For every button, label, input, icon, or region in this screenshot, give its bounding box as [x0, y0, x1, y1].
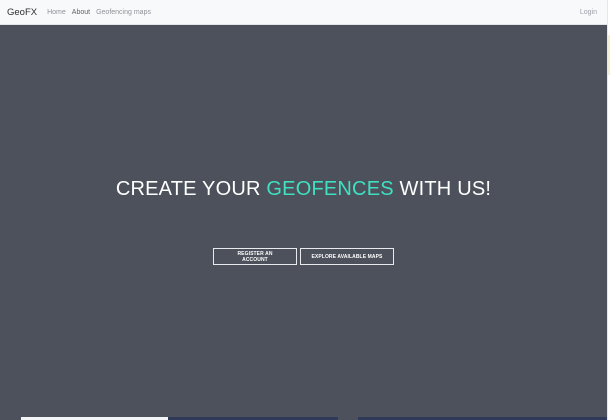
hero-buttons: REGISTER AN ACCOUNT EXPLORE AVAILABLE MA…	[0, 248, 607, 265]
nav-link-home[interactable]: Home	[47, 9, 66, 16]
login-link[interactable]: Login	[580, 9, 597, 16]
hero-title-suffix: WITH US!	[393, 178, 492, 200]
nav-link-geofencing-maps[interactable]: Geofencing maps	[96, 9, 151, 16]
nav-links: Home About Geofencing maps	[47, 9, 157, 16]
page: GeoFX Home About Geofencing maps Login C…	[0, 0, 611, 420]
hero-title-prefix: CREATE YOUR	[115, 178, 267, 200]
hero-title: CREATE YOUR GEOFENCES WITH US!	[0, 177, 607, 201]
brand-logo-text[interactable]: GeoFX	[7, 7, 37, 18]
hero-title-accent: GEOFENCES	[266, 178, 394, 200]
hero-section: CREATE YOUR GEOFENCES WITH US! REGISTER …	[0, 25, 607, 420]
explore-maps-button[interactable]: EXPLORE AVAILABLE MAPS	[300, 248, 394, 265]
register-account-button[interactable]: REGISTER AN ACCOUNT	[213, 248, 297, 265]
nav-link-about[interactable]: About	[72, 9, 90, 16]
scrollbar-marker	[608, 35, 610, 75]
top-navbar: GeoFX Home About Geofencing maps Login	[0, 0, 607, 25]
